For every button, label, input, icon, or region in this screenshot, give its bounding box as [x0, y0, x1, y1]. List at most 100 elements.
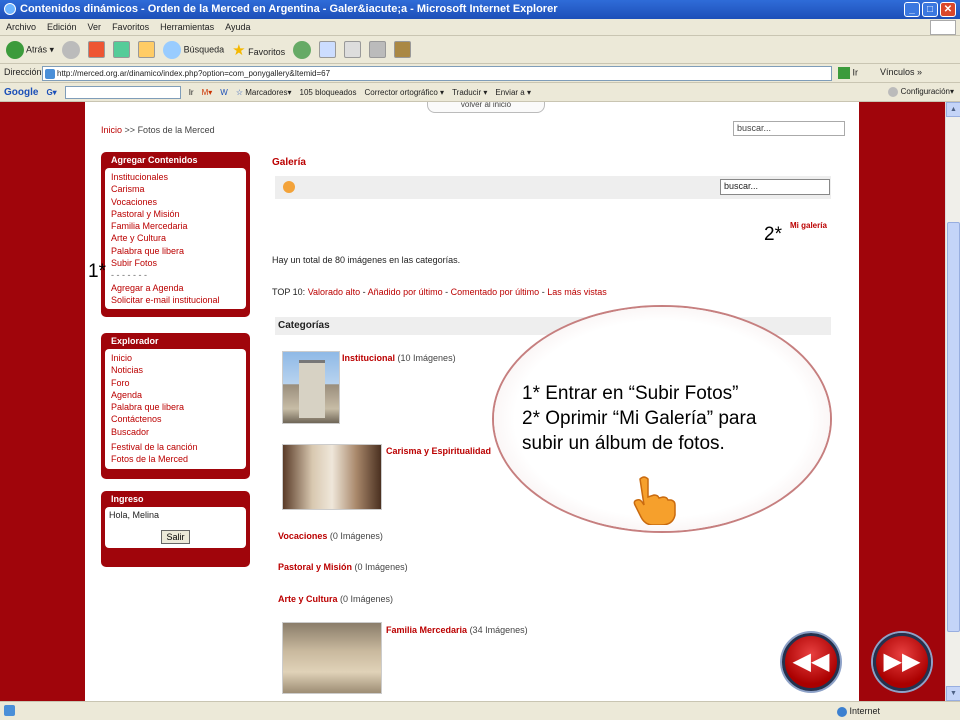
- agregar-item-institucionales[interactable]: Institucionales: [111, 171, 240, 183]
- top10-anadido[interactable]: Añadido por último: [368, 287, 443, 297]
- category-name[interactable]: Pastoral y Misión: [278, 562, 352, 572]
- links-button[interactable]: Vínculos »: [880, 67, 922, 77]
- instruction-line-3: subir un álbum de fotos.: [522, 433, 725, 454]
- explorador-item-foro[interactable]: Foro: [111, 377, 240, 389]
- google-search-input[interactable]: [64, 85, 181, 99]
- site-search-input[interactable]: buscar...: [733, 121, 845, 136]
- category-count: (10 Imágenes): [397, 353, 456, 363]
- home-button[interactable]: [138, 41, 156, 58]
- top10-comentado[interactable]: Comentado por último: [451, 287, 540, 297]
- address-input[interactable]: http://merced.org.ar/dinamico/index.php?…: [42, 66, 832, 81]
- edit-button[interactable]: [369, 41, 387, 58]
- scroll-thumb[interactable]: [947, 222, 960, 632]
- explorador-item-buscador[interactable]: Buscador: [111, 426, 240, 438]
- translate-button[interactable]: Traducir ▾: [452, 88, 487, 97]
- vertical-scrollbar[interactable]: ▲ ▼: [945, 102, 960, 701]
- favorites-label: Favoritos: [248, 46, 286, 57]
- close-button[interactable]: ✕: [940, 2, 956, 17]
- bookmarks-button[interactable]: ☆ Marcadores▾: [236, 88, 292, 97]
- wikipedia-icon[interactable]: W: [220, 88, 228, 97]
- agregar-item-pastoral[interactable]: Pastoral y Misión: [111, 208, 240, 220]
- menu-herramientas[interactable]: Herramientas: [160, 22, 214, 32]
- carisma-thumbnail[interactable]: [282, 444, 382, 510]
- explorador-item-palabra[interactable]: Palabra que libera: [111, 401, 240, 413]
- settings-label: Configuración: [900, 87, 950, 97]
- agregar-item-agenda[interactable]: Agregar a Agenda: [111, 282, 240, 294]
- agregar-item-vocaciones[interactable]: Vocaciones: [111, 196, 240, 208]
- explorador-item-agenda[interactable]: Agenda: [111, 389, 240, 401]
- scroll-down-icon[interactable]: ▼: [946, 686, 960, 701]
- breadcrumb-current: Fotos de la Merced: [137, 125, 215, 135]
- gallery-home-icon[interactable]: [283, 181, 295, 193]
- translate-label: Traducir: [452, 87, 482, 97]
- google-logo: Google: [4, 86, 39, 98]
- annotation-mark-1: 1*: [88, 261, 106, 282]
- ingreso-body: Hola, Melina Salir: [105, 507, 246, 549]
- institucional-thumbnail[interactable]: [282, 351, 340, 424]
- minimize-button[interactable]: _: [904, 2, 920, 17]
- breadcrumb-home[interactable]: Inicio: [101, 125, 122, 135]
- spellcheck-button[interactable]: Corrector ortográfico ▾: [364, 88, 444, 97]
- gallery-search-input[interactable]: buscar...: [720, 179, 830, 195]
- category-name[interactable]: Arte y Cultura: [278, 594, 338, 604]
- menu-favoritos[interactable]: Favoritos: [112, 22, 149, 32]
- agregar-item-arte[interactable]: Arte y Cultura: [111, 232, 240, 244]
- stop-button[interactable]: [88, 41, 106, 58]
- agregar-item-email[interactable]: Solicitar e-mail institucional: [111, 294, 240, 306]
- instruction-line-1: 1* Entrar en “Subir Fotos”: [522, 383, 739, 404]
- forward-button[interactable]: [62, 40, 81, 59]
- previous-slide-button[interactable]: ◀◀: [782, 633, 840, 691]
- toolbar: Atrás ▾ Búsqueda ★ Favoritos: [0, 36, 960, 64]
- mail-button[interactable]: [319, 41, 337, 58]
- category-name[interactable]: Vocaciones: [278, 531, 327, 541]
- back-button[interactable]: Atrás ▾: [6, 40, 54, 59]
- print-button[interactable]: [344, 41, 362, 58]
- go-button[interactable]: Ir: [838, 67, 858, 79]
- next-slide-button[interactable]: ▶▶: [873, 633, 931, 691]
- menu-ver[interactable]: Ver: [88, 22, 102, 32]
- category-name[interactable]: Carisma y Espiritualidad: [386, 446, 491, 456]
- menu-ayuda[interactable]: Ayuda: [225, 22, 250, 32]
- explorador-item-noticias[interactable]: Noticias: [111, 364, 240, 376]
- agregar-item-palabra[interactable]: Palabra que libera: [111, 245, 240, 257]
- logout-button[interactable]: Salir: [161, 530, 190, 545]
- google-go-button[interactable]: Ir: [189, 88, 194, 97]
- refresh-button[interactable]: [113, 41, 131, 58]
- history-button[interactable]: [293, 40, 312, 59]
- top10-label: TOP 10:: [272, 287, 306, 297]
- research-button[interactable]: [394, 41, 412, 58]
- agregar-item-familia[interactable]: Familia Mercedaria: [111, 220, 240, 232]
- top10-valorado[interactable]: Valorado alto: [308, 287, 360, 297]
- total-images-text: Hay un total de 80 imágenes en las categ…: [272, 255, 461, 265]
- volver-button[interactable]: volver al inicio: [427, 102, 545, 113]
- address-bar: Dirección http://merced.org.ar/dinamico/…: [0, 64, 960, 83]
- explorador-item-fotos[interactable]: Fotos de la Merced: [111, 453, 240, 465]
- send-button[interactable]: Enviar a ▾: [495, 88, 531, 97]
- zone-label: Internet: [849, 706, 880, 716]
- windows-logo-icon: [930, 20, 956, 35]
- window-controls: _ □ ✕: [904, 2, 956, 17]
- menu-edicion[interactable]: Edición: [47, 22, 77, 32]
- popup-blocker[interactable]: 105 bloqueados: [300, 88, 357, 97]
- favorites-button[interactable]: ★ Favoritos: [232, 41, 285, 59]
- category-name[interactable]: Institucional: [342, 353, 395, 363]
- explorador-list: Inicio Noticias Foro Agenda Palabra que …: [105, 349, 246, 469]
- explorador-item-contactenos[interactable]: Contáctenos: [111, 413, 240, 425]
- search-button[interactable]: Búsqueda: [163, 40, 224, 59]
- mi-galeria-link[interactable]: Mi galería: [790, 221, 827, 230]
- agregar-item-carisma[interactable]: Carisma: [111, 183, 240, 195]
- scroll-up-icon[interactable]: ▲: [946, 102, 960, 117]
- explorador-box: Explorador Inicio Noticias Foro Agenda P…: [101, 333, 250, 479]
- explorador-item-festival[interactable]: Festival de la canción: [111, 441, 240, 453]
- zone-indicator: Internet: [836, 706, 880, 717]
- familia-thumbnail[interactable]: [282, 622, 382, 694]
- explorador-item-inicio[interactable]: Inicio: [111, 352, 240, 364]
- settings-button[interactable]: Configuración▾: [888, 87, 960, 97]
- url-text: http://merced.org.ar/dinamico/index.php?…: [57, 69, 331, 78]
- maximize-button[interactable]: □: [922, 2, 938, 17]
- category-name[interactable]: Familia Mercedaria: [386, 625, 467, 635]
- agregar-item-subir-fotos[interactable]: Subir Fotos: [111, 257, 240, 269]
- top10-vistas[interactable]: Las más vistas: [547, 287, 607, 297]
- gmail-icon[interactable]: M▾: [202, 88, 213, 97]
- menu-archivo[interactable]: Archivo: [6, 22, 36, 32]
